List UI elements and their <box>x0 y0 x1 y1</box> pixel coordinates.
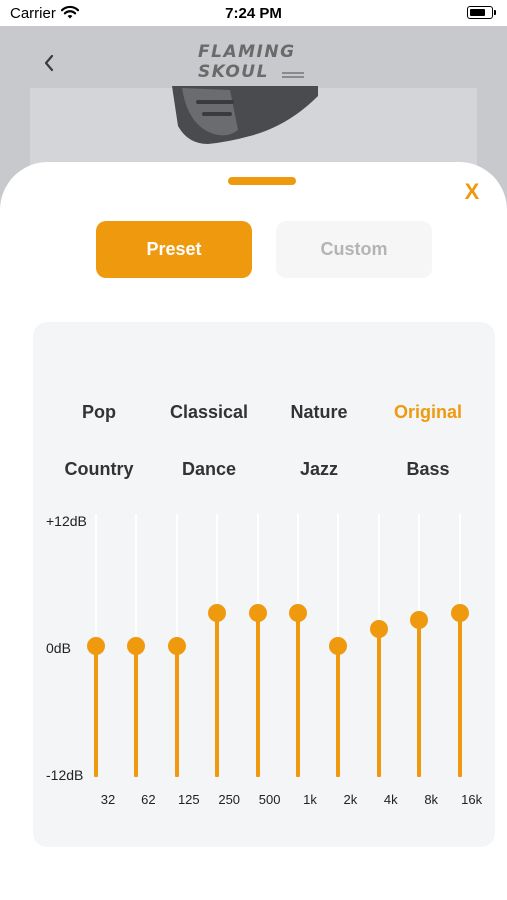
freq-label-32: 32 <box>100 792 116 807</box>
chevron-left-icon[interactable] <box>42 50 56 81</box>
db-label-min: -12dB <box>46 767 84 783</box>
preset-dance[interactable]: Dance <box>182 459 236 480</box>
eq-slider-62[interactable] <box>126 514 146 777</box>
status-bar: Carrier 7:24 PM <box>0 0 507 26</box>
eq-slider-16k[interactable] <box>450 514 470 777</box>
tab-preset[interactable]: Preset <box>96 221 252 278</box>
eq-slider-4k[interactable] <box>369 514 389 777</box>
eq-slider-knob[interactable] <box>208 603 227 622</box>
eq-slider-knob[interactable] <box>167 636 186 655</box>
eq-slider-knob[interactable] <box>127 636 146 655</box>
freq-label-125: 125 <box>177 792 200 807</box>
logo-line-1: FLAMING <box>198 42 296 62</box>
eq-slider-knob[interactable] <box>87 636 105 655</box>
freq-label-16k: 16k <box>461 792 483 807</box>
eq-slider-250[interactable] <box>207 514 227 777</box>
eq-slider-knob[interactable] <box>410 611 429 630</box>
eq-slider-1k[interactable] <box>288 514 308 777</box>
eq-slider-fill <box>134 645 139 777</box>
freq-label-8k: 8k <box>424 792 439 807</box>
preset-classical[interactable]: Classical <box>170 402 248 423</box>
headphones-image <box>172 86 318 144</box>
close-button[interactable]: X <box>461 179 483 204</box>
preset-nature[interactable]: Nature <box>290 402 347 423</box>
freq-label-62: 62 <box>141 792 156 807</box>
eq-slider-fill <box>296 612 300 777</box>
preset-jazz[interactable]: Jazz <box>300 459 338 480</box>
eq-slider-fill <box>174 645 179 777</box>
freq-label-250: 250 <box>218 792 241 807</box>
preset-bass[interactable]: Bass <box>406 459 449 480</box>
eq-slider-knob[interactable] <box>369 620 388 639</box>
preset-country[interactable]: Country <box>65 459 134 480</box>
eq-slider-fill <box>417 620 422 777</box>
status-time: 7:24 PM <box>225 5 282 22</box>
freq-label-1k: 1k <box>303 792 317 807</box>
eq-slider-8k[interactable] <box>409 514 429 777</box>
eq-slider-2k[interactable] <box>328 514 348 777</box>
freq-label-4k: 4k <box>383 792 398 807</box>
eq-slider-fill <box>336 645 341 777</box>
tab-custom[interactable]: Custom <box>276 221 432 278</box>
eq-slider-500[interactable] <box>248 514 268 777</box>
eq-slider-knob[interactable] <box>248 603 267 622</box>
eq-slider-knob[interactable] <box>289 603 307 622</box>
eq-slider-fill <box>215 612 220 777</box>
eq-slider-fill <box>457 612 462 777</box>
preset-pop[interactable]: Pop <box>82 402 116 423</box>
freq-label-2k: 2k <box>343 792 358 807</box>
eq-slider-fill <box>94 645 98 777</box>
sheet-drag-handle[interactable] <box>228 177 296 185</box>
eq-slider-32[interactable] <box>86 514 106 777</box>
eq-slider-125[interactable] <box>167 514 187 777</box>
equalizer-card: Pop Classical Nature Original Country Da… <box>33 322 495 847</box>
equalizer-sheet: X Preset Custom Pop Classical Nature Ori… <box>0 162 507 900</box>
battery-level <box>470 9 485 16</box>
eq-slider-knob[interactable] <box>450 603 469 622</box>
logo-mark <box>282 72 304 78</box>
eq-slider-fill <box>376 629 381 777</box>
battery-icon <box>467 6 496 19</box>
freq-label-500: 500 <box>258 792 281 807</box>
eq-slider-knob[interactable] <box>329 636 348 655</box>
eq-slider-fill <box>255 612 260 777</box>
db-label-zero: 0dB <box>46 640 71 656</box>
db-label-max: +12dB <box>46 513 87 529</box>
brand-logo: FLAMING SKOUL <box>198 42 310 84</box>
preset-original[interactable]: Original <box>394 402 462 423</box>
